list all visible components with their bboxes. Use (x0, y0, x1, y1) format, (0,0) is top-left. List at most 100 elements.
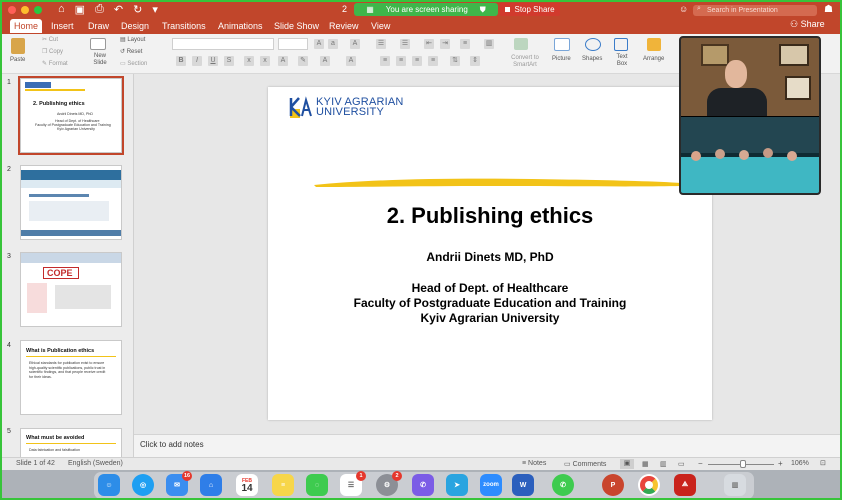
undo-icon[interactable]: ↶ (114, 3, 123, 16)
new-slide-icon[interactable] (90, 38, 106, 50)
char-spacing-icon[interactable]: A (278, 56, 288, 66)
slide-thumbnails-panel[interactable]: 1 2. Publishing ethics Andrii Dinets MD,… (2, 74, 134, 457)
normal-view-icon[interactable]: ▣ (620, 459, 634, 469)
notes-toggle-button[interactable]: ≡ Notes (522, 460, 546, 467)
copy-button[interactable]: ❐ Copy (42, 48, 63, 55)
tab-view[interactable]: View (367, 19, 394, 33)
italic-icon[interactable]: I (192, 56, 202, 66)
slide-thumbnail-3[interactable]: COPE (20, 252, 122, 327)
bold-icon[interactable]: B (176, 56, 186, 66)
subscript-icon[interactable]: x (260, 56, 270, 66)
screen-sharing-indicator[interactable]: ▦ You are screen sharing ⛊ (354, 3, 498, 16)
justify-icon[interactable]: ≡ (428, 56, 438, 66)
acrobat-icon[interactable]: ⟁ (674, 474, 696, 496)
zoom-level[interactable]: 106% (791, 460, 809, 467)
finder-icon[interactable]: ☺ (98, 474, 120, 496)
smartart-icon[interactable] (514, 38, 528, 50)
powerpoint-icon[interactable]: P (602, 474, 624, 496)
tab-review[interactable]: Review (325, 19, 363, 33)
increase-indent-icon[interactable]: ⇥ (440, 39, 450, 49)
minimize-window-button[interactable] (21, 6, 29, 14)
position-line[interactable]: Head of Dept. of Healthcare (268, 281, 712, 295)
new-slide-button[interactable]: New Slide (92, 53, 108, 67)
align-center-icon[interactable]: ≡ (396, 56, 406, 66)
whatsapp-icon[interactable]: ✆ (552, 474, 574, 496)
slide-thumbnail-4[interactable]: What is Publication ethics Ethical stand… (20, 340, 122, 415)
search-input[interactable]: Search in Presentation (693, 5, 817, 16)
increase-font-icon[interactable]: A (314, 39, 324, 49)
tab-design[interactable]: Design (117, 19, 153, 33)
notes-pane[interactable]: Click to add notes (134, 434, 840, 457)
numbering-icon[interactable]: ☰ (400, 39, 410, 49)
zoom-app-icon[interactable]: zoom (480, 474, 502, 496)
home-icon[interactable]: ⌂ (58, 3, 65, 16)
author-line[interactable]: Andrii Dinets MD, PhD (268, 250, 712, 264)
tab-home[interactable]: Home (10, 19, 43, 33)
tab-draw[interactable]: Draw (84, 19, 113, 33)
current-slide[interactable]: KYIV AGRARIAN UNIVERSITY 2. Publishing e… (268, 87, 712, 420)
fit-to-window-icon[interactable]: ⊡ (820, 459, 826, 467)
font-size-input[interactable] (278, 38, 308, 50)
convert-smartart-button[interactable]: Convert to SmartArt (508, 55, 542, 69)
cut-button[interactable]: ✂ Cut (42, 36, 58, 43)
text-direction-icon[interactable]: ⇅ (450, 56, 460, 66)
zoom-window-button[interactable] (34, 6, 42, 14)
columns-icon[interactable]: ▥ (484, 39, 494, 49)
picture-icon[interactable] (554, 38, 570, 51)
paste-icon[interactable] (11, 38, 25, 54)
account-icon[interactable]: ☗ (824, 4, 833, 15)
notes-app-icon[interactable]: ≡ (272, 474, 294, 496)
zoom-out-icon[interactable]: − (698, 459, 703, 468)
tab-slide-show[interactable]: Slide Show (270, 19, 323, 33)
slideshow-view-icon[interactable]: ▭ (678, 460, 685, 468)
highlight-icon[interactable]: ✎ (298, 56, 308, 66)
picture-button[interactable]: Picture (552, 56, 571, 62)
font-name-input[interactable] (172, 38, 274, 50)
mail-icon[interactable]: ✉ 16 (166, 471, 192, 496)
layout-button[interactable]: ▤ Layout (120, 36, 145, 43)
keynote-icon[interactable]: ⌂ (200, 474, 222, 496)
reading-view-icon[interactable]: ▥ (660, 460, 667, 468)
chrome-icon[interactable] (638, 474, 660, 496)
stop-share-button[interactable]: Stop Share (500, 3, 560, 16)
slide-sorter-icon[interactable]: ▦ (642, 460, 649, 468)
arrange-icon[interactable] (647, 38, 661, 51)
align-right-icon[interactable]: ≡ (412, 56, 422, 66)
font-color-icon[interactable]: A (320, 56, 330, 66)
paste-button[interactable]: Paste (10, 57, 25, 63)
calendar-icon[interactable]: FEB 14 (236, 474, 258, 496)
notes-placeholder[interactable]: Click to add notes (140, 440, 204, 449)
viber-icon[interactable]: ✆ (412, 474, 434, 496)
trash-icon[interactable]: ▥ (724, 474, 746, 496)
bullets-icon[interactable]: ☰ (376, 39, 386, 49)
strikethrough-icon[interactable]: S (224, 56, 234, 66)
telegram-icon[interactable]: ➤ (446, 474, 468, 496)
shapes-icon[interactable] (585, 38, 601, 51)
redo-icon[interactable]: ↻ (133, 3, 142, 16)
save-icon[interactable]: ▣ (75, 3, 85, 16)
underline-icon[interactable]: U (208, 56, 218, 66)
smiley-icon[interactable]: ☺ (679, 4, 688, 14)
video-call-overlay[interactable] (679, 36, 821, 195)
shapes-button[interactable]: Shapes (582, 56, 602, 62)
slide-thumbnail-1[interactable]: 2. Publishing ethics Andrii Dinets MD, P… (18, 76, 124, 155)
align-left-icon[interactable]: ≡ (380, 56, 390, 66)
format-painter-button[interactable]: ✎ Format (42, 60, 68, 67)
slide-thumbnail-5[interactable]: What must be avoided Data fabrication an… (20, 428, 122, 457)
decrease-indent-icon[interactable]: ⇤ (424, 39, 434, 49)
line-spacing-icon[interactable]: ≡ (460, 39, 470, 49)
more-icon[interactable]: ▾ (152, 3, 158, 16)
faculty-line[interactable]: Faculty of Postgraduate Education and Tr… (268, 296, 712, 310)
arrange-button[interactable]: Arrange (643, 56, 664, 62)
decrease-font-icon[interactable]: a (328, 39, 338, 49)
zoom-slider-handle[interactable] (740, 460, 746, 468)
section-button[interactable]: ▭ Section (120, 60, 147, 67)
text-box-icon[interactable] (614, 38, 628, 51)
superscript-icon[interactable]: x (244, 56, 254, 66)
system-settings-icon[interactable]: ⚙ 2 (376, 471, 402, 496)
safari-icon[interactable]: ◎ (132, 474, 154, 496)
language-indicator[interactable]: English (Sweden) (68, 460, 123, 467)
university-line[interactable]: Kyiv Agrarian University (268, 311, 712, 325)
tab-transitions[interactable]: Transitions (158, 19, 210, 33)
clear-format-icon[interactable]: A (350, 39, 360, 49)
